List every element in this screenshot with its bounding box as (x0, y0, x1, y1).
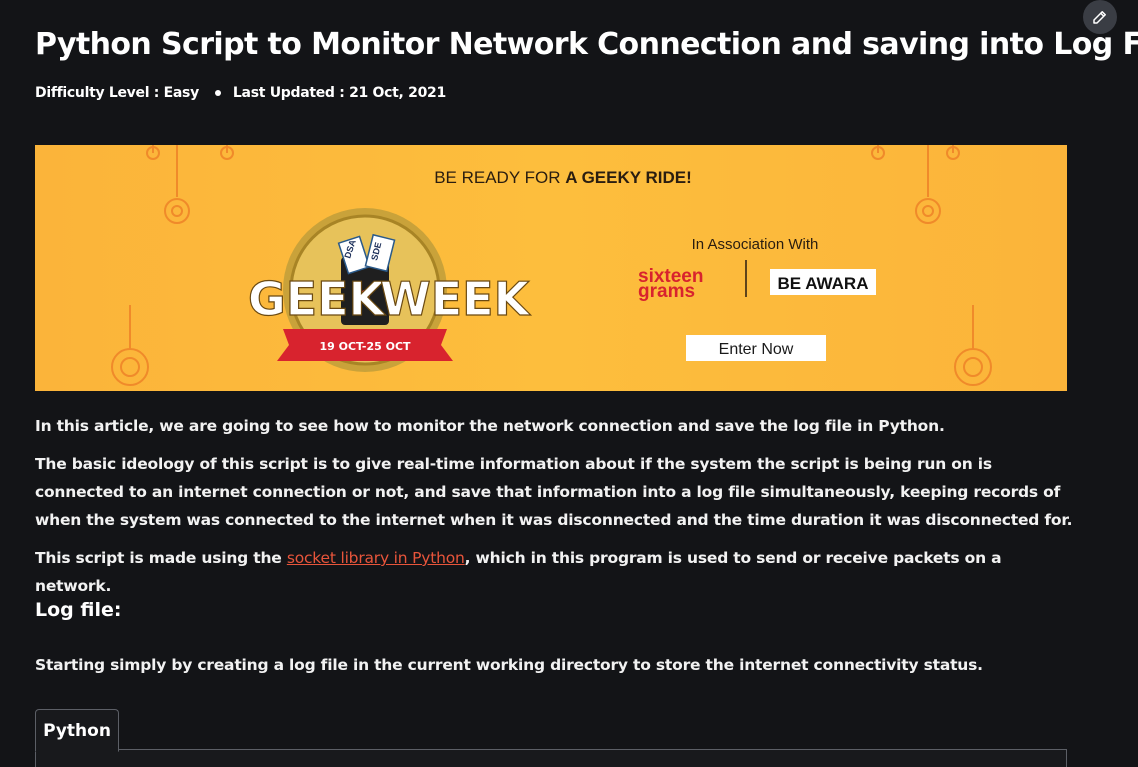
be-awara-logo: BE AWARA (778, 274, 869, 293)
socket-paragraph: This script is made using the socket lib… (35, 544, 1075, 600)
event-dates: 19 OCT-25 OCT (319, 340, 411, 353)
geek-week-logo: DSA SDE GEEK WEEK 19 OCT-25 OCT (247, 208, 532, 372)
code-tab-python[interactable]: Python (35, 709, 119, 752)
last-updated: Last Updated : 21 Oct, 2021 (232, 85, 446, 101)
socket-library-link[interactable]: socket library in Python (287, 549, 465, 567)
socket-text-before: This script is made using the (35, 549, 287, 567)
sixteen-grams-logo-line2: grams (638, 281, 695, 302)
article-meta: Difficulty Level : Easy Last Updated : 2… (35, 85, 446, 101)
association-text: In Association With (692, 236, 819, 253)
separator-dot (214, 90, 221, 96)
logo-week: WEEK (380, 272, 532, 326)
banner-tagline: BE READY FOR (434, 168, 565, 187)
enter-now-button[interactable]: Enter Now (686, 335, 826, 361)
logo-geek: GEEK (248, 272, 387, 326)
svg-text:BE READY FOR A GEEKY RIDE!: BE READY FOR A GEEKY RIDE! (434, 168, 692, 187)
banner-tagline-bold: A GEEKY RIDE! (565, 168, 692, 187)
geek-week-banner[interactable]: BE READY FOR A GEEKY RIDE! DSA SDE GEEK … (35, 145, 1067, 391)
log-file-heading: Log file: (35, 599, 122, 621)
ideology-paragraph: The basic ideology of this script is to … (35, 455, 1073, 529)
intro-paragraph: In this article, we are going to see how… (35, 417, 945, 435)
code-block (35, 749, 1067, 767)
article-page: Python Script to Monitor Network Connect… (0, 0, 1138, 767)
enter-now-label: Enter Now (719, 341, 794, 358)
log-file-paragraph: Starting simply by creating a log file i… (35, 656, 983, 674)
article-title: Python Script to Monitor Network Connect… (35, 27, 1138, 62)
difficulty-level: Difficulty Level : Easy (35, 85, 199, 101)
